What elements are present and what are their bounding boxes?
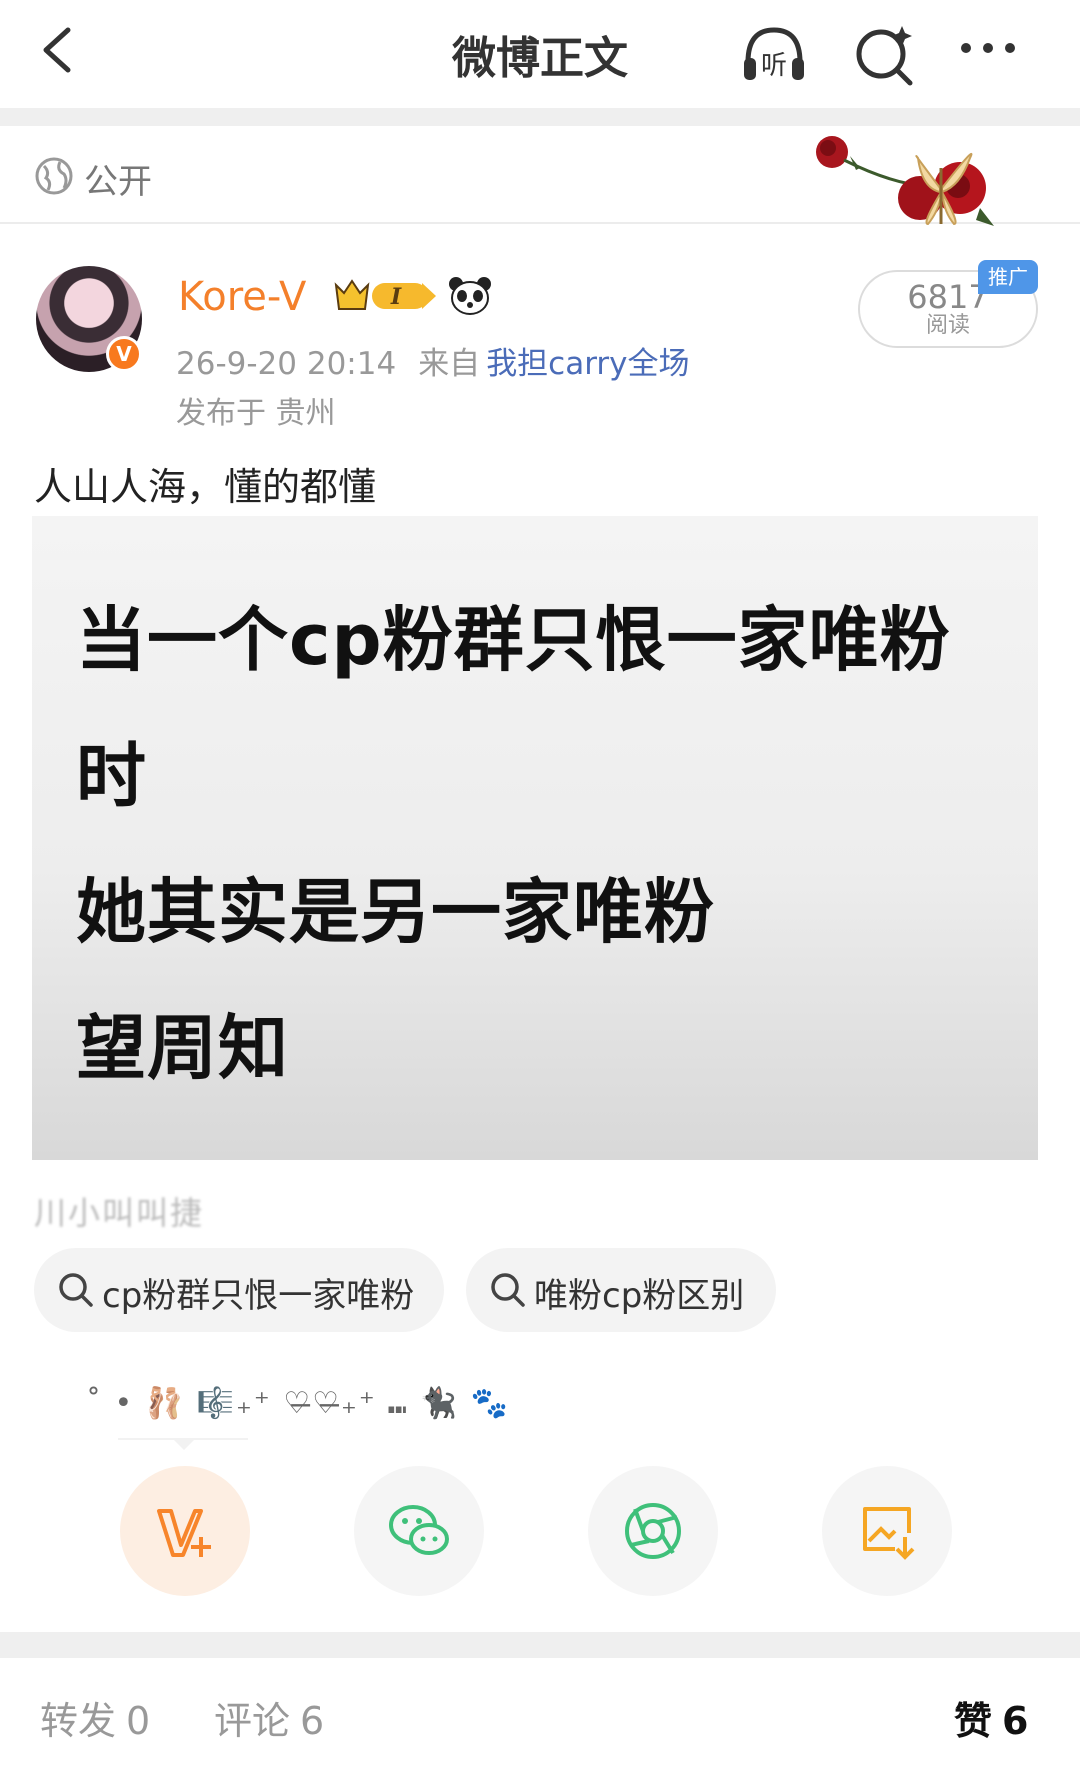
- source-prefix: 来自: [418, 346, 481, 382]
- section-divider: [0, 1632, 1080, 1658]
- tab-comment-count: 6: [300, 1699, 325, 1743]
- listen-label: 听: [761, 51, 787, 81]
- tab-reposts[interactable]: 转发 0: [40, 1690, 150, 1745]
- post-image[interactable]: 当一个cp粉群只恨一家唯粉 时 她其实是另一家唯粉 望周知: [32, 516, 1038, 1160]
- search-chip[interactable]: 唯粉cp粉区别: [466, 1248, 776, 1332]
- visibility-row: 公开: [0, 126, 1080, 226]
- wechat-icon: [389, 1505, 449, 1555]
- image-text-line: 望周知: [76, 1007, 289, 1089]
- source-link[interactable]: 我担carry全场: [486, 346, 689, 382]
- moments-aperture-icon: [625, 1503, 681, 1559]
- post-meta: 26-9-20 20:14 来自 我担carry全场: [176, 338, 690, 383]
- more-dots-icon[interactable]: [952, 18, 1024, 90]
- share-weibo-v-plus-button[interactable]: [120, 1466, 250, 1596]
- username[interactable]: Kore-V: [178, 274, 306, 320]
- blurred-caption: 川小叫叫捷: [34, 1194, 205, 1232]
- tab-comment-label: 评论: [214, 1699, 291, 1743]
- post-text: 人山人海，懂的都懂: [34, 465, 377, 509]
- listen-headphones-icon[interactable]: 听: [738, 18, 810, 90]
- v-plus-icon: [157, 1509, 211, 1557]
- vip-crown-badge-icon[interactable]: I: [332, 275, 440, 315]
- search-icon[interactable]: [848, 18, 920, 90]
- post-location: 发布于 贵州: [176, 396, 336, 431]
- search-icon: [59, 1273, 93, 1307]
- top-bar: 微博正文 听: [0, 0, 1080, 108]
- search-chip[interactable]: cp粉群只恨一家唯粉: [34, 1248, 444, 1332]
- verified-badge-icon: V: [106, 336, 142, 372]
- vip-level-label: I: [390, 284, 402, 310]
- rose-butterfly-decoration: [816, 136, 994, 226]
- search-chip-label: cp粉群只恨一家唯粉: [102, 1276, 415, 1316]
- read-label: 阅读: [925, 313, 970, 338]
- tooltip-caret: [172, 1438, 196, 1450]
- post-timestamp: 26-9-20 20:14: [176, 346, 397, 382]
- panda-icon: [449, 277, 491, 315]
- search-icon: [491, 1273, 525, 1307]
- tab-like-count: 6: [1002, 1699, 1029, 1743]
- share-wechat-button[interactable]: [354, 1466, 484, 1596]
- tab-like-label: 赞: [954, 1699, 993, 1743]
- tab-repost-label: 转发: [40, 1699, 117, 1743]
- tab-repost-count: 0: [126, 1699, 151, 1743]
- image-text-line: 当一个cp粉群只恨一家唯粉: [76, 599, 951, 681]
- share-moments-button[interactable]: [588, 1466, 718, 1596]
- promote-badge[interactable]: 推广: [978, 260, 1038, 294]
- visibility-label: 公开: [84, 162, 152, 202]
- tooltip-emoji-text: ˚ • 🩰 🎼₊⁺ ♡̶♡̶₊⁺ ⑉ 🐈‍⬛ 🐾: [86, 1386, 510, 1421]
- image-text-line: 她其实是另一家唯粉: [76, 871, 715, 953]
- tab-comments[interactable]: 评论 6: [214, 1690, 324, 1745]
- globe-icon: [35, 157, 73, 195]
- save-image-icon: [863, 1507, 915, 1560]
- save-image-button[interactable]: [822, 1466, 952, 1596]
- image-text-line: 时: [76, 735, 147, 817]
- tab-likes[interactable]: 赞6: [954, 1690, 1028, 1745]
- section-divider: [0, 108, 1080, 126]
- search-chip-label: 唯粉cp粉区别: [534, 1276, 745, 1316]
